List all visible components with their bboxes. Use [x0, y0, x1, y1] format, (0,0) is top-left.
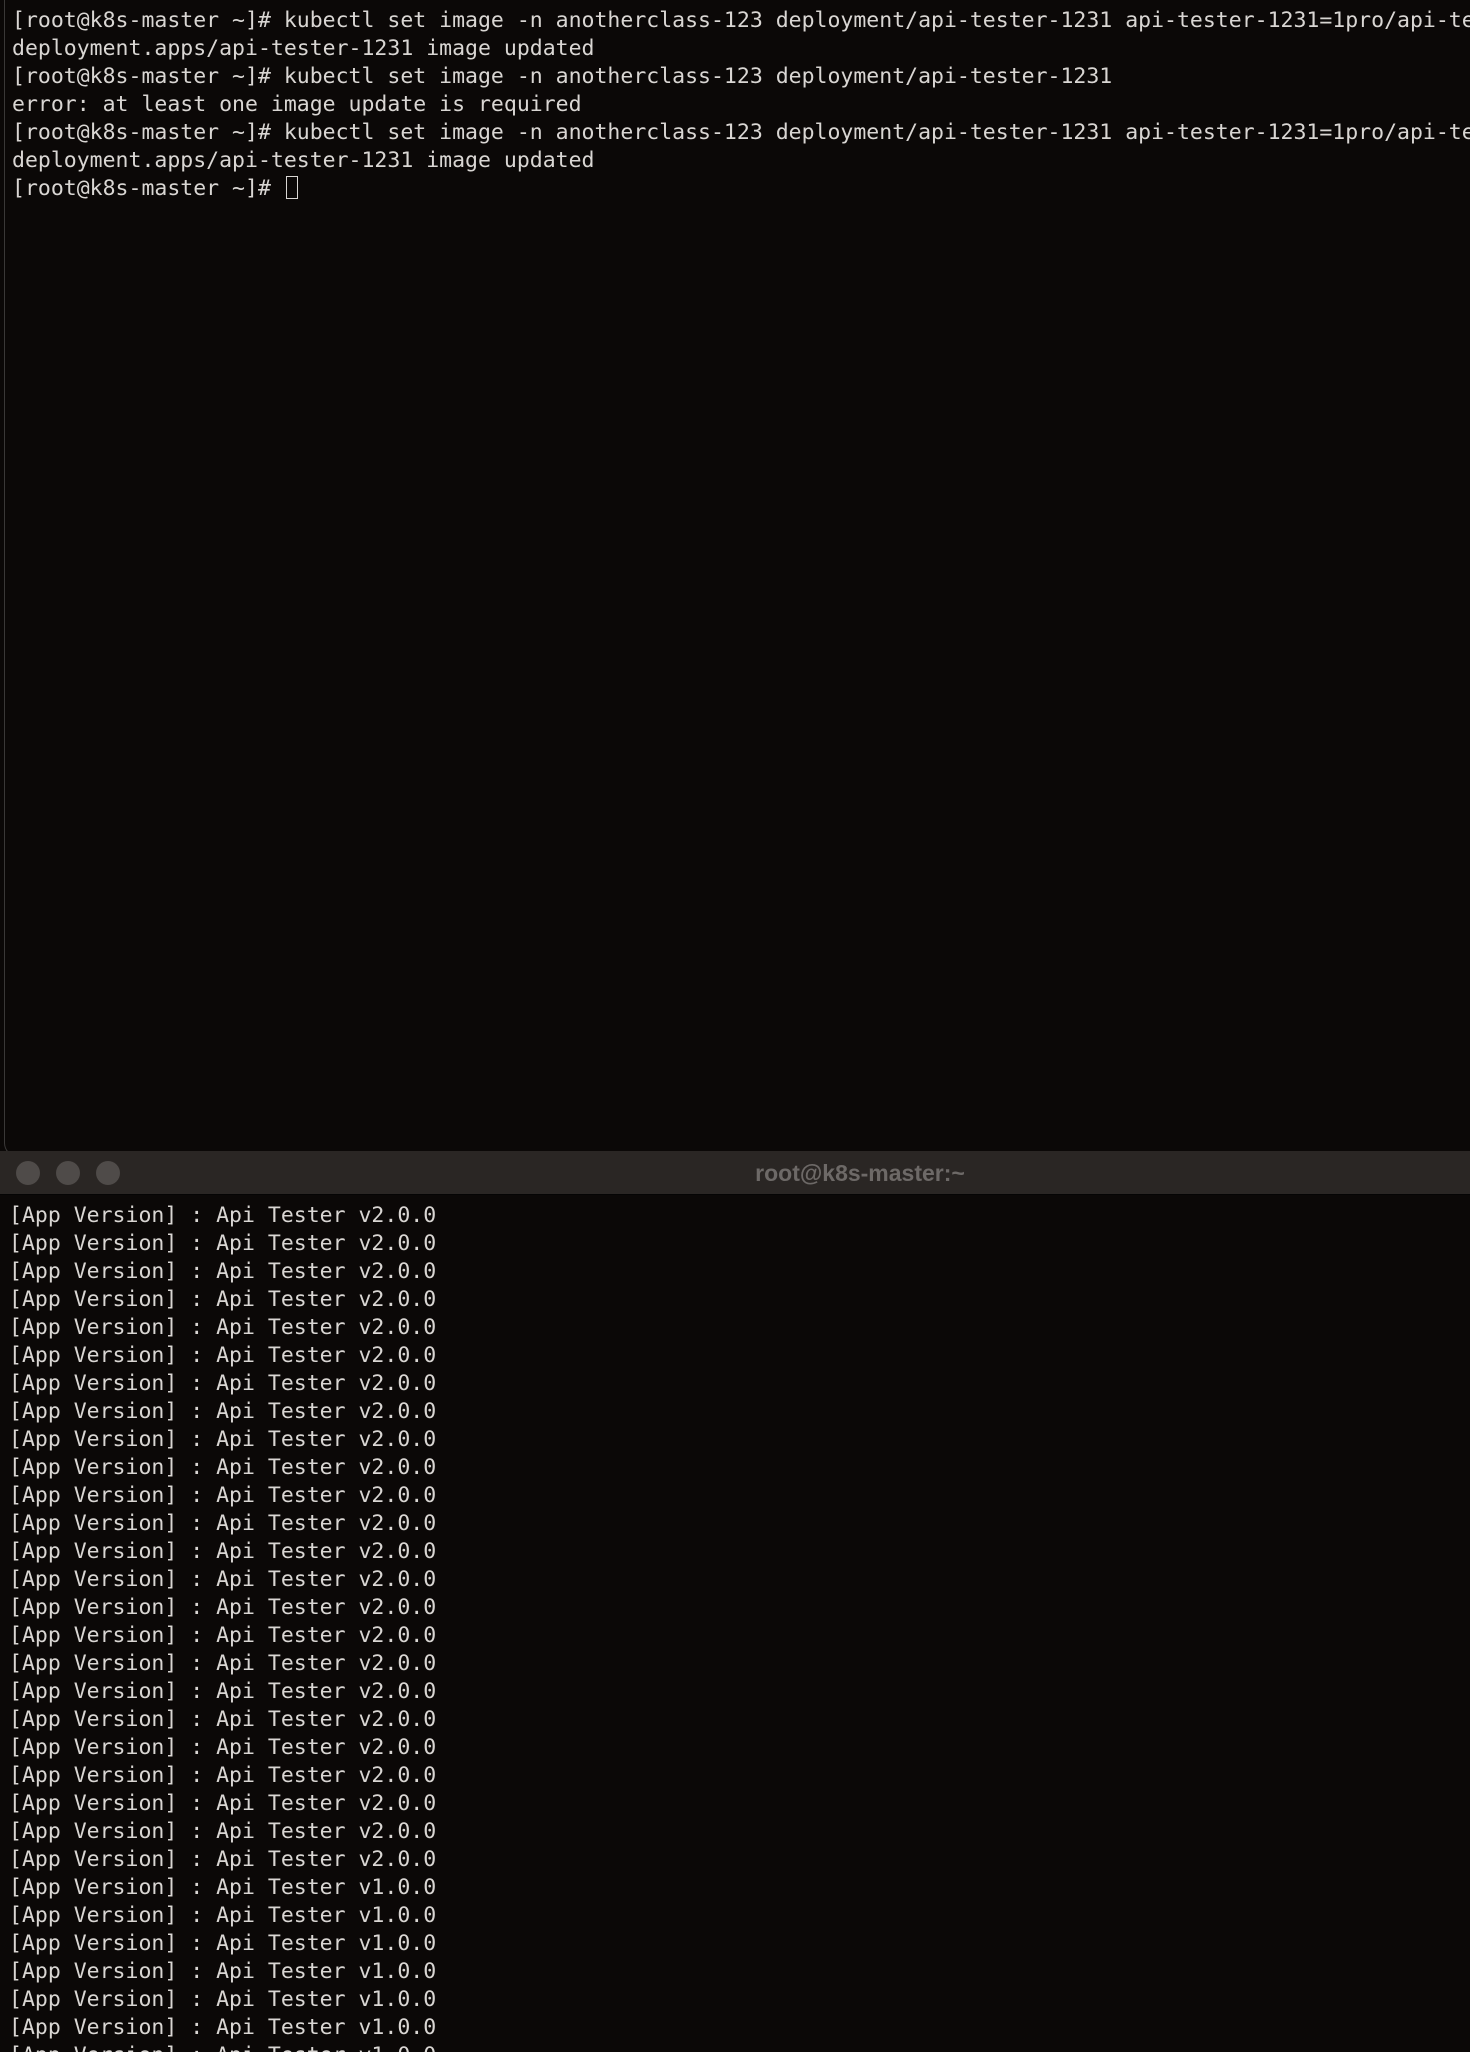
text-cursor — [285, 176, 298, 199]
log-line: [App Version] : Api Tester v2.0.0 — [9, 1847, 437, 1872]
terminal-line: [root@k8s-master ~]# kubectl set image -… — [12, 120, 1470, 145]
log-line: [App Version] : Api Tester v2.0.0 — [9, 1511, 437, 1536]
log-line: [App Version] : Api Tester v2.0.0 — [9, 1707, 437, 1732]
window-titlebar[interactable]: root@k8s-master:~ — [0, 1151, 1470, 1195]
log-line: [App Version] : Api Tester v2.0.0 — [9, 1623, 437, 1648]
log-line: [App Version] : Api Tester v2.0.0 — [9, 1343, 437, 1368]
log-line: [App Version] : Api Tester v2.0.0 — [9, 1315, 437, 1340]
log-line: [App Version] : Api Tester v2.0.0 — [9, 1231, 437, 1256]
log-line: [App Version] : Api Tester v2.0.0 — [9, 1427, 437, 1452]
log-line: [App Version] : Api Tester v1.0.0 — [9, 2015, 437, 2040]
window-title: root@k8s-master:~ — [755, 1160, 965, 1186]
log-line: [App Version] : Api Tester v2.0.0 — [9, 1399, 437, 1424]
log-line: [App Version] : Api Tester v2.0.0 — [9, 1539, 437, 1564]
log-line: [App Version] : Api Tester v2.0.0 — [9, 1595, 437, 1620]
log-line: [App Version] : Api Tester v1.0.0 — [9, 1875, 437, 1900]
top-terminal-window[interactable]: [root@k8s-master ~]# kubectl set image -… — [4, 0, 1470, 1157]
log-line: [App Version] : Api Tester v2.0.0 — [9, 1679, 437, 1704]
log-line: [App Version] : Api Tester v1.0.0 — [9, 1931, 437, 1956]
log-line: [App Version] : Api Tester v1.0.0 — [9, 1987, 437, 2012]
bottom-terminal-window[interactable]: root@k8s-master:~ [App Version] : Api Te… — [0, 1151, 1470, 2052]
log-line: [App Version] : Api Tester v2.0.0 — [9, 1455, 437, 1480]
top-terminal-output[interactable]: [root@k8s-master ~]# kubectl set image -… — [12, 7, 1470, 203]
bottom-terminal-output[interactable]: [App Version] : Api Tester v2.0.0 [App Ve… — [9, 1202, 1470, 2052]
terminal-line: error: at least one image update is requ… — [12, 92, 582, 117]
log-line: [App Version] : Api Tester v2.0.0 — [9, 1371, 437, 1396]
log-line: [App Version] : Api Tester v1.0.0 — [9, 2042, 1470, 2052]
log-line: [App Version] : Api Tester v2.0.0 — [9, 1791, 437, 1816]
log-line: [App Version] : Api Tester v1.0.0 — [9, 1903, 437, 1928]
log-line: [App Version] : Api Tester v1.0.0 — [9, 1959, 437, 1984]
terminal-line: deployment.apps/api-tester-1231 image up… — [12, 148, 595, 173]
log-line: [App Version] : Api Tester v2.0.0 — [9, 1259, 437, 1284]
log-line: [App Version] : Api Tester v2.0.0 — [9, 1819, 437, 1844]
log-line: [App Version] : Api Tester v2.0.0 — [9, 1735, 437, 1760]
terminal-line: [root@k8s-master ~]# kubectl set image -… — [12, 8, 1470, 33]
prompt-line[interactable]: [root@k8s-master ~]# — [12, 175, 1470, 203]
log-line: [App Version] : Api Tester v2.0.0 — [9, 1651, 437, 1676]
terminal-line: deployment.apps/api-tester-1231 image up… — [12, 36, 595, 61]
terminal-line: [root@k8s-master ~]# kubectl set image -… — [12, 64, 1113, 89]
log-line: [App Version] : Api Tester v2.0.0 — [9, 1287, 437, 1312]
log-line: [App Version] : Api Tester v2.0.0 — [9, 1203, 437, 1228]
shell-prompt: [root@k8s-master ~]# — [12, 176, 284, 201]
log-line: [App Version] : Api Tester v2.0.0 — [9, 1567, 437, 1592]
log-line: [App Version] : Api Tester v2.0.0 — [9, 1483, 437, 1508]
log-line: [App Version] : Api Tester v2.0.0 — [9, 1763, 437, 1788]
